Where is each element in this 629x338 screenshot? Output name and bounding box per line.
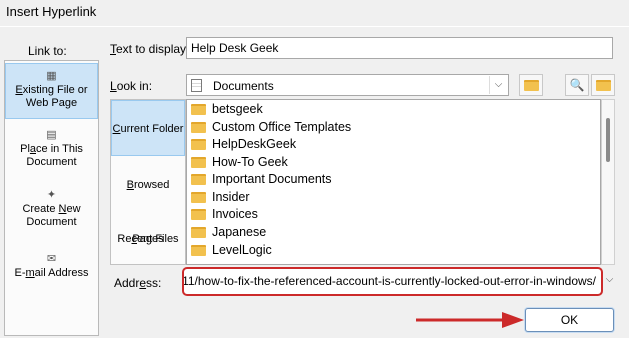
folder-icon	[191, 245, 206, 257]
address-label: Address:	[114, 276, 162, 290]
link-label-line2: Document	[26, 156, 77, 168]
link-to-label: Link to:	[28, 44, 67, 58]
link-label: xisting File or	[22, 84, 88, 96]
chevron-down-icon[interactable]: ⌵	[489, 76, 507, 94]
open-folder-button[interactable]	[591, 74, 615, 96]
list-item[interactable]: Custom Office Templates	[191, 119, 351, 136]
list-item[interactable]: Important Documents	[191, 171, 332, 188]
text-to-display-label: Text to display:	[110, 42, 190, 56]
browse-web-icon	[523, 80, 539, 92]
list-item[interactable]: How-To Geek	[191, 154, 288, 171]
folder-nav: Current Folder Browsed Pages Recent File…	[110, 99, 186, 265]
folder-icon	[191, 122, 206, 134]
ok-button[interactable]: OK	[525, 308, 614, 332]
link-label: ce in This	[36, 143, 83, 155]
documents-icon	[191, 79, 202, 92]
title-divider	[0, 26, 629, 27]
link-label: E-	[14, 267, 26, 279]
red-arrow-annotation	[416, 312, 524, 328]
folder-icon	[191, 209, 206, 221]
folder-icon	[191, 157, 206, 169]
address-value: ndows-11/how-to-fix-the-referenced-accou…	[182, 274, 596, 288]
link-to-existing-file[interactable]: ▦ Existing File or Web Page	[5, 63, 98, 119]
nav-recent-files[interactable]: Recent Files	[111, 212, 185, 266]
link-label-accel: m	[25, 267, 35, 279]
list-item[interactable]: LevelLogic	[191, 242, 272, 259]
link-label: ew	[66, 203, 81, 215]
dialog-title: Insert Hyperlink	[6, 4, 97, 19]
folder-icon	[191, 174, 206, 186]
link-label-line2: Web Page	[25, 97, 78, 109]
folder-icon	[191, 139, 206, 151]
nav-browsed-pages[interactable]: Browsed Pages	[111, 158, 185, 245]
link-label-line2: Document	[26, 216, 77, 228]
list-item[interactable]: Insider	[191, 189, 250, 206]
email-address-icon: ✉	[46, 253, 57, 265]
address-input[interactable]: ndows-11/how-to-fix-the-referenced-accou…	[182, 267, 603, 296]
look-in-value: Documents	[213, 79, 274, 93]
text-to-display-input[interactable]: Help Desk Geek	[186, 37, 613, 59]
look-in-label: Look in:	[110, 79, 153, 93]
scrollbar-thumb[interactable]	[606, 118, 610, 162]
search-web-icon: 🔍	[569, 78, 585, 92]
link-to-place-in-document[interactable]: ▤ Place in This Document	[5, 125, 98, 179]
browse-web-button[interactable]	[519, 74, 543, 96]
search-web-button[interactable]: 🔍	[565, 74, 589, 96]
folder-icon	[191, 192, 206, 204]
link-to-email-address[interactable]: ✉ E-mail Address	[5, 249, 98, 289]
link-label: ail Address	[34, 267, 89, 279]
open-folder-icon	[595, 80, 611, 92]
file-list-scrollbar[interactable]	[601, 99, 615, 265]
folder-icon	[191, 104, 206, 116]
file-list: betsgeek Custom Office Templates HelpDes…	[186, 99, 601, 265]
list-item[interactable]: Japanese	[191, 224, 266, 241]
link-to-new-document[interactable]: ✦ Create New Document	[5, 185, 98, 239]
address-dropdown-icon[interactable]: ⌵	[603, 269, 616, 291]
link-label-accel: E	[15, 84, 23, 96]
folder-icon	[191, 227, 206, 239]
new-document-icon: ✦	[46, 189, 57, 201]
existing-file-icon: ▦	[46, 70, 57, 82]
link-label: Create	[22, 203, 59, 215]
link-label: Pl	[20, 143, 30, 155]
link-to-bar: ▦ Existing File or Web Page ▤ Place in T…	[4, 60, 99, 336]
nav-current-folder[interactable]: Current Folder	[111, 100, 185, 156]
look-in-dropdown[interactable]: Documents ⌵	[186, 74, 509, 96]
list-item[interactable]: Invoices	[191, 206, 258, 223]
list-item[interactable]: betsgeek	[191, 101, 263, 118]
place-in-document-icon: ▤	[46, 129, 57, 141]
list-item[interactable]: HelpDeskGeek	[191, 136, 296, 153]
